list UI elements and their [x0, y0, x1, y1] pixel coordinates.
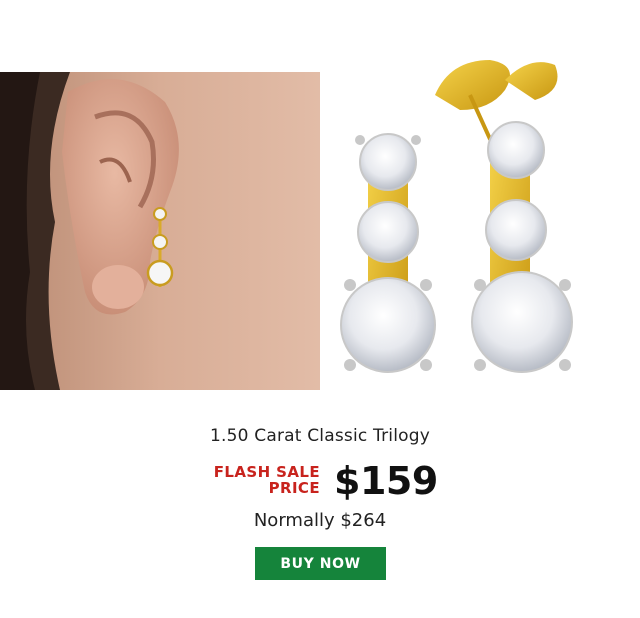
flash-sale-label: FLASH SALE PRICE — [214, 464, 320, 496]
model-ear-photo — [0, 72, 320, 390]
price-block: FLASH SALE PRICE $159 — [0, 460, 640, 506]
flash-sale-label-line2: PRICE — [268, 479, 320, 497]
product-title: 1.50 Carat Classic Trilogy — [210, 426, 430, 446]
earrings-product-photo — [330, 40, 590, 385]
flash-sale-label-line1: FLASH SALE — [213, 463, 320, 481]
sale-price: $159 — [334, 459, 438, 503]
buy-now-button[interactable]: BUY NOW — [255, 547, 386, 580]
normal-price: Normally $264 — [253, 510, 387, 531]
